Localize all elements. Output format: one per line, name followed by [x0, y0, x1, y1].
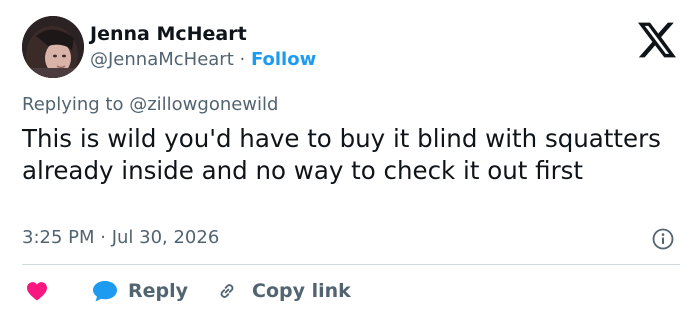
avatar-photo — [22, 16, 84, 78]
x-logo-icon[interactable] — [638, 22, 676, 58]
tweet-timestamp[interactable]: 3:25 PM · Jul 30, 2026 — [22, 226, 219, 250]
reply-button-label: Reply — [128, 280, 189, 302]
link-icon — [220, 284, 234, 298]
reply-bubble-icon — [93, 281, 117, 302]
author-display-name[interactable]: Jenna McHeart — [90, 22, 247, 46]
reply-context-prefix: Replying to — [22, 94, 130, 115]
heart-icon[interactable] — [26, 281, 48, 301]
avatar[interactable] — [22, 16, 84, 78]
follow-button[interactable]: Follow — [251, 49, 316, 70]
author-handle-row: @JennaMcHeart · Follow — [90, 48, 316, 72]
action-bar: Reply Copy link — [22, 276, 682, 306]
copy-link-label: Copy link — [252, 280, 351, 302]
info-icon[interactable] — [652, 228, 674, 250]
handle-separator: · — [233, 49, 251, 70]
reply-mention-link[interactable]: @zillowgonewild — [129, 94, 278, 115]
tweet-text: This is wild you'd have to buy it blind … — [22, 124, 661, 185]
copy-link-button[interactable]: Copy link — [216, 276, 351, 306]
reply-button[interactable]: Reply — [92, 276, 188, 306]
author-handle[interactable]: @JennaMcHeart — [90, 49, 234, 70]
divider — [22, 264, 680, 265]
reply-context: Replying to @zillowgonewild — [22, 93, 278, 117]
